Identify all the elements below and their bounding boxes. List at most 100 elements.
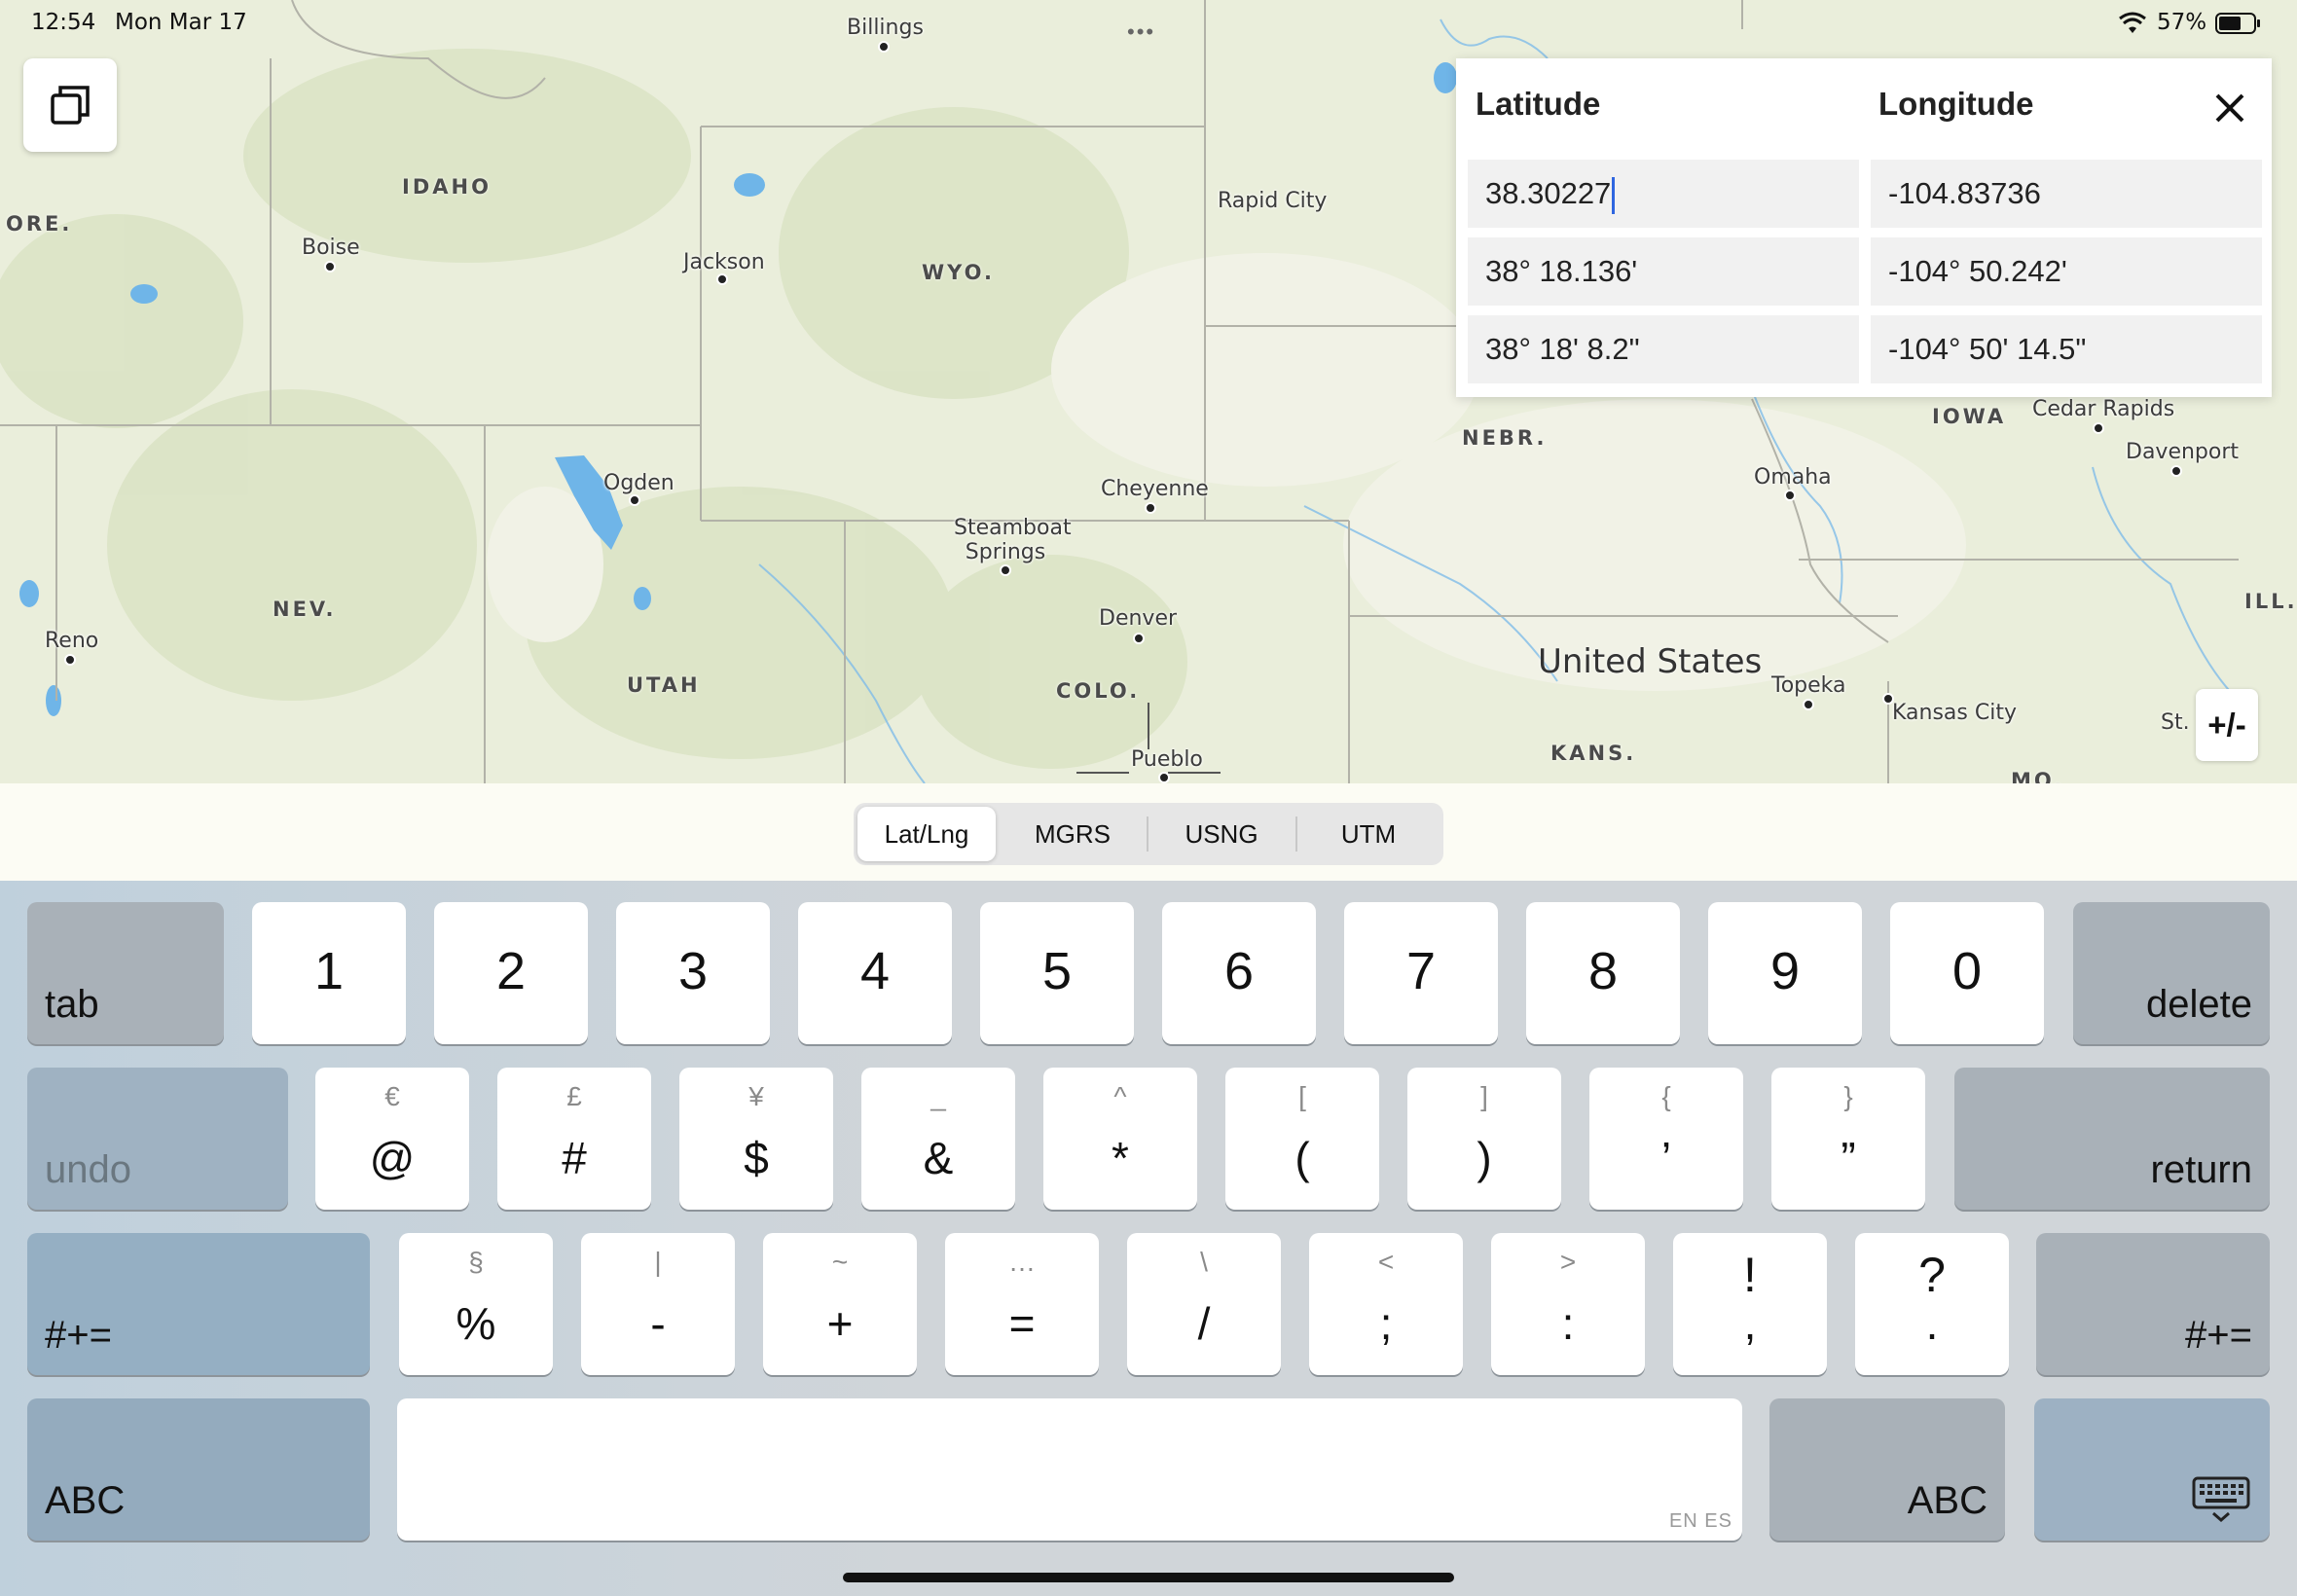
close-icon[interactable] bbox=[2206, 84, 2254, 132]
key-3[interactable]: 3 bbox=[616, 902, 770, 1044]
city-dot bbox=[878, 41, 890, 53]
more-dots-icon[interactable]: ••• bbox=[1127, 19, 1155, 45]
key-0[interactable]: 0 bbox=[1890, 902, 2044, 1044]
format-tab-latlng[interactable]: Lat/Lng bbox=[857, 807, 996, 861]
key-alt-label: ! bbox=[1743, 1248, 1757, 1302]
key-label: 1 bbox=[313, 942, 345, 1000]
layers-icon bbox=[51, 86, 90, 125]
key-paren-open[interactable]: [( bbox=[1225, 1068, 1379, 1210]
key-alt-label: ^ bbox=[1113, 1081, 1127, 1111]
delete-key[interactable]: delete bbox=[2073, 902, 2270, 1044]
key-alt-label: § bbox=[468, 1247, 484, 1277]
key-label: . bbox=[1925, 1298, 1939, 1349]
key-alt-label: _ bbox=[930, 1081, 946, 1111]
format-tab-utm[interactable]: UTM bbox=[1297, 807, 1440, 861]
key-8[interactable]: 8 bbox=[1526, 902, 1680, 1044]
latitude-dms-value: 38° 18' 8.2" bbox=[1485, 332, 1640, 366]
key-asterisk[interactable]: ^ * bbox=[1043, 1068, 1197, 1210]
abc-right-key[interactable]: ABC bbox=[1769, 1398, 2005, 1541]
key-9[interactable]: 9 bbox=[1708, 902, 1862, 1044]
key-label: 3 bbox=[677, 942, 709, 1000]
key-minus[interactable]: | - bbox=[581, 1233, 735, 1375]
key-4[interactable]: 4 bbox=[798, 902, 952, 1044]
city-label: Steamboat Springs bbox=[954, 516, 1072, 564]
key-colon[interactable]: >: bbox=[1491, 1233, 1645, 1375]
key-label: 0 bbox=[1951, 942, 1983, 1000]
text-cursor bbox=[1612, 176, 1616, 214]
key-6[interactable]: 6 bbox=[1162, 902, 1316, 1044]
key-hash[interactable]: £ # bbox=[497, 1068, 651, 1210]
state-label: UTAH bbox=[627, 673, 701, 697]
key-quote[interactable]: }” bbox=[1771, 1068, 1925, 1210]
undo-key[interactable]: undo bbox=[27, 1068, 288, 1210]
key-plus[interactable]: ~ + bbox=[763, 1233, 917, 1375]
home-indicator[interactable] bbox=[843, 1573, 1454, 1582]
space-key[interactable]: EN ES bbox=[397, 1398, 1742, 1541]
key-percent[interactable]: §% bbox=[399, 1233, 553, 1375]
key-alt-label: … bbox=[1008, 1247, 1036, 1277]
latitude-dm-input[interactable]: 38° 18.136' bbox=[1468, 237, 1859, 306]
key-comma[interactable]: !, bbox=[1673, 1233, 1827, 1375]
city-dot bbox=[1784, 490, 1796, 501]
language-hint: EN ES bbox=[1668, 1510, 1732, 1532]
layers-button[interactable] bbox=[23, 58, 117, 152]
city-label: Boise bbox=[302, 236, 360, 260]
key-2[interactable]: 2 bbox=[434, 902, 588, 1044]
city-label: Topeka bbox=[1771, 673, 1846, 698]
key-label: #+= bbox=[2185, 1314, 2252, 1357]
longitude-header: Longitude bbox=[1878, 86, 2034, 122]
longitude-dm-input[interactable]: -104° 50.242' bbox=[1871, 237, 2262, 306]
return-key[interactable]: return bbox=[1954, 1068, 2270, 1210]
key-label: 5 bbox=[1041, 942, 1073, 1000]
key-equals[interactable]: … = bbox=[945, 1233, 1099, 1375]
state-label: IOWA bbox=[1932, 405, 2007, 428]
plus-minus-button[interactable]: +/- bbox=[2196, 689, 2258, 761]
key-1[interactable]: 1 bbox=[252, 902, 406, 1044]
dismiss-keyboard-key[interactable] bbox=[2034, 1398, 2270, 1541]
key-label: , bbox=[1743, 1298, 1757, 1349]
key-paren-close[interactable]: ]) bbox=[1407, 1068, 1561, 1210]
city-label: Davenport bbox=[2126, 440, 2240, 464]
key-dollar[interactable]: ¥ $ bbox=[679, 1068, 833, 1210]
symbols-right-key[interactable]: #+= bbox=[2036, 1233, 2270, 1375]
city-dot bbox=[324, 261, 336, 272]
state-label: ORE. bbox=[6, 212, 73, 236]
key-alt-label: \ bbox=[1200, 1247, 1208, 1277]
abc-left-key[interactable]: ABC bbox=[27, 1398, 370, 1541]
tab-key[interactable]: tab bbox=[27, 902, 224, 1044]
latitude-dms-input[interactable]: 38° 18' 8.2" bbox=[1468, 315, 1859, 383]
key-7[interactable]: 7 bbox=[1344, 902, 1498, 1044]
key-label: % bbox=[456, 1298, 496, 1349]
key-label: ” bbox=[1841, 1133, 1856, 1183]
latitude-decimal-input[interactable]: 38.30227 bbox=[1468, 160, 1859, 228]
key-label: # bbox=[562, 1133, 587, 1183]
key-5[interactable]: 5 bbox=[980, 902, 1134, 1044]
longitude-dm-value: -104° 50.242' bbox=[1888, 254, 2067, 288]
key-alt-label: | bbox=[654, 1247, 662, 1277]
latitude-header: Latitude bbox=[1476, 86, 1601, 122]
format-tab-usng[interactable]: USNG bbox=[1148, 807, 1294, 861]
city-dot bbox=[1803, 699, 1814, 710]
key-alt-label: € bbox=[384, 1081, 400, 1111]
key-label: + bbox=[826, 1298, 854, 1349]
status-time: 12:54 bbox=[31, 10, 96, 35]
city-label: Ogden bbox=[603, 471, 675, 495]
key-label: * bbox=[1112, 1133, 1129, 1183]
key-slash[interactable]: \ / bbox=[1127, 1233, 1281, 1375]
key-label: 7 bbox=[1405, 942, 1437, 1000]
symbols-left-key[interactable]: #+= bbox=[27, 1233, 370, 1375]
key-period[interactable]: ?. bbox=[1855, 1233, 2009, 1375]
city-label: Pueblo bbox=[1131, 747, 1203, 772]
key-label: 6 bbox=[1223, 942, 1255, 1000]
format-tab-mgrs[interactable]: MGRS bbox=[1000, 807, 1146, 861]
key-ampersand[interactable]: _ & bbox=[861, 1068, 1015, 1210]
key-at[interactable]: € @ bbox=[315, 1068, 469, 1210]
city-label: Billings bbox=[847, 16, 924, 40]
key-label: 4 bbox=[859, 942, 891, 1000]
state-label: ILL. bbox=[2244, 590, 2297, 613]
key-semicolon[interactable]: <; bbox=[1309, 1233, 1463, 1375]
key-alt-label: ~ bbox=[831, 1247, 849, 1277]
longitude-decimal-input[interactable]: -104.83736 bbox=[1871, 160, 2262, 228]
key-apostrophe[interactable]: {’ bbox=[1589, 1068, 1743, 1210]
longitude-dms-input[interactable]: -104° 50' 14.5" bbox=[1871, 315, 2262, 383]
